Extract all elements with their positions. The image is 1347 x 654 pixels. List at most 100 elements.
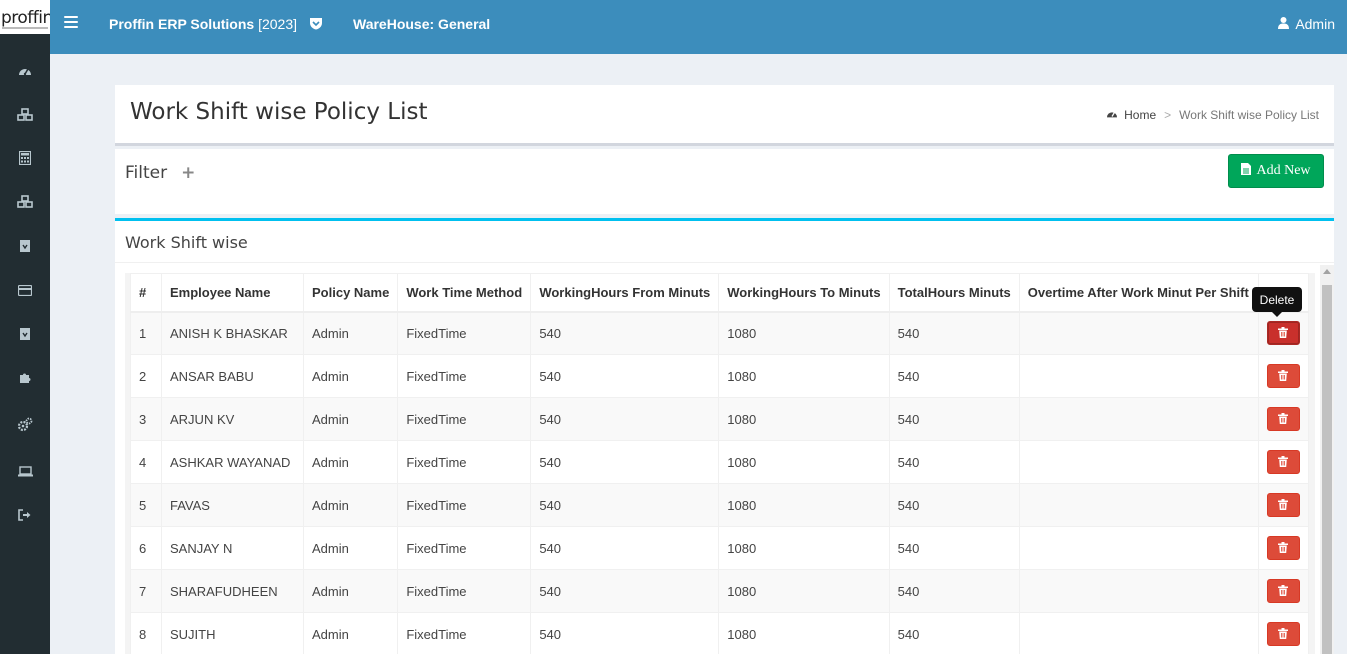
tools-cell (1257, 526, 1310, 570)
work-time-method-cell: FixedTime (397, 569, 532, 613)
work-time-method-cell: FixedTime (397, 612, 532, 654)
delete-button[interactable] (1266, 493, 1300, 517)
breadcrumb: Home > Work Shift wise Policy List (1106, 108, 1319, 122)
row-number-cell: 5 (130, 483, 162, 527)
total-hours-cell: 540 (888, 483, 1020, 527)
working-hours-from-cell: 540 (530, 569, 720, 613)
cubes-icon[interactable] (17, 194, 33, 210)
table-row: 6 SANJAY N Admin FixedTime 540 1080 540 (130, 526, 1310, 570)
scrollbar[interactable] (1320, 265, 1334, 654)
col-header-work-time-method[interactable]: Work Time Method (397, 273, 532, 313)
col-header-working-hours-to[interactable]: WorkingHours To Minuts (718, 273, 890, 313)
add-new-label: Add New (1256, 163, 1311, 178)
trash-icon (1278, 412, 1289, 427)
delete-button[interactable] (1266, 536, 1300, 560)
delete-tooltip: Delete (1252, 287, 1302, 317)
table-row: 2 ANSAR BABU Admin FixedTime 540 1080 540 (130, 354, 1310, 398)
credit-card-icon[interactable] (17, 282, 33, 298)
overtime-cell (1018, 483, 1259, 527)
table-row: 3 ARJUN KV Admin FixedTime 540 1080 540 (130, 397, 1310, 441)
row-number-cell: 4 (130, 440, 162, 484)
plus-icon: + (181, 163, 196, 183)
scroll-up-arrow-icon[interactable] (1323, 269, 1331, 274)
main-content: Work Shift wise Policy List Home > Work … (115, 85, 1334, 654)
archive-icon[interactable] (17, 238, 33, 254)
employee-name-cell: ASHKAR WAYANAD (161, 440, 304, 484)
sign-out-icon[interactable] (17, 507, 33, 523)
col-header-working-hours-from[interactable]: WorkingHours From Minuts (530, 273, 720, 313)
total-hours-cell: 540 (888, 526, 1020, 570)
calculator-icon[interactable] (17, 150, 33, 166)
working-hours-to-cell: 1080 (718, 354, 890, 398)
col-header-policy-name[interactable]: Policy Name (302, 273, 399, 313)
working-hours-to-cell: 1080 (718, 311, 890, 355)
trash-icon (1278, 455, 1289, 470)
cubes-icon[interactable] (17, 107, 33, 123)
user-menu[interactable]: Admin (1278, 16, 1335, 32)
table-body: 1 ANISH K BHASKAR Admin FixedTime 540 1080 540… (130, 311, 1310, 654)
working-hours-from-cell: 540 (530, 440, 720, 484)
logo-underline (2, 27, 48, 29)
col-header-total-hours[interactable]: TotalHours Minuts (888, 273, 1020, 313)
working-hours-from-cell: 540 (530, 526, 720, 570)
working-hours-from-cell: 540 (530, 612, 720, 654)
tools-cell (1257, 612, 1310, 654)
archive-icon[interactable] (17, 326, 33, 342)
breadcrumb-home[interactable]: Home (1106, 108, 1156, 122)
table-row: 7 SHARAFUDHEEN Admin FixedTime 540 1080 540 (130, 569, 1310, 613)
employee-name-cell: FAVAS (161, 483, 304, 527)
add-new-button[interactable]: Add New (1228, 154, 1324, 188)
divider (115, 262, 1334, 263)
trash-icon (1278, 584, 1289, 599)
col-header-employee-name[interactable]: Employee Name (161, 273, 304, 313)
menu-toggle-icon[interactable] (64, 16, 78, 30)
filter-box: Filter + Add New (115, 149, 1334, 214)
policy-name-cell: Admin (302, 311, 399, 355)
delete-button[interactable] (1266, 407, 1300, 431)
delete-button[interactable] (1266, 450, 1300, 474)
work-time-method-cell: FixedTime (397, 397, 532, 441)
tools-cell (1257, 397, 1310, 441)
overtime-cell (1018, 440, 1259, 484)
tools-cell (1257, 483, 1310, 527)
employee-name-cell: ANSAR BABU (161, 354, 304, 398)
work-time-method-cell: FixedTime (397, 483, 532, 527)
overtime-cell (1018, 526, 1259, 570)
cogs-icon[interactable] (17, 416, 33, 432)
breadcrumb-home-label: Home (1124, 108, 1157, 122)
logo[interactable]: proffin (0, 0, 50, 34)
working-hours-to-cell: 1080 (718, 483, 890, 527)
warehouse-selector[interactable]: WareHouse: General (353, 16, 490, 32)
policy-name-cell: Admin (302, 526, 399, 570)
working-hours-from-cell: 540 (530, 311, 720, 355)
filter-toggle[interactable]: Filter + (125, 163, 195, 183)
filter-label: Filter (125, 163, 168, 183)
puzzle-icon[interactable] (17, 369, 33, 385)
delete-button[interactable] (1266, 321, 1300, 346)
work-time-method-cell: FixedTime (397, 440, 532, 484)
laptop-icon[interactable] (17, 463, 33, 479)
row-number-cell: 2 (130, 354, 162, 398)
user-icon (1278, 16, 1290, 32)
dashboard-icon[interactable] (17, 63, 33, 79)
employee-name-cell: SUJITH (161, 612, 304, 654)
col-header-overtime[interactable]: Overtime After Work Minut Per Shift (1018, 273, 1259, 313)
shield-icon[interactable] (309, 17, 323, 30)
total-hours-cell: 540 (888, 612, 1020, 654)
table-row: 8 SUJITH Admin FixedTime 540 1080 540 (130, 612, 1310, 654)
row-number-cell: 7 (130, 569, 162, 613)
col-header-number[interactable]: # (130, 273, 162, 313)
delete-button[interactable] (1266, 622, 1300, 646)
working-hours-to-cell: 1080 (718, 569, 890, 613)
app-title: Proffin ERP Solutions [2023] (109, 16, 297, 32)
policy-table: # Employee Name Policy Name Work Time Me… (130, 273, 1310, 654)
scrollbar-thumb[interactable] (1322, 285, 1332, 654)
delete-button[interactable] (1266, 364, 1300, 388)
list-box: Work Shift wise # Employee Name Policy N… (115, 218, 1334, 654)
trash-icon (1278, 541, 1289, 556)
total-hours-cell: 540 (888, 397, 1020, 441)
overtime-cell (1018, 311, 1259, 355)
delete-button[interactable] (1266, 579, 1300, 603)
employee-name-cell: SANJAY N (161, 526, 304, 570)
dashboard-icon (1106, 108, 1118, 122)
